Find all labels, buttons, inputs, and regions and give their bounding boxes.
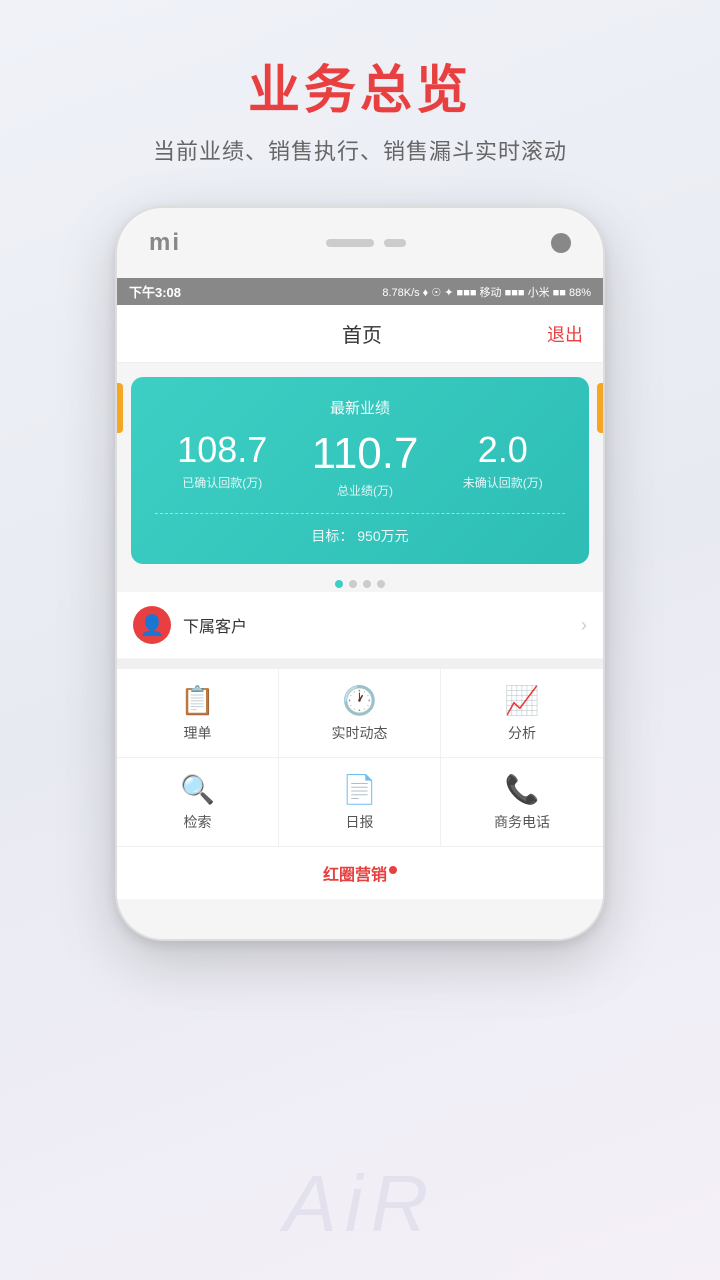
perf-unconfirmed-label: 未确认回款(万) [463, 474, 543, 491]
customer-label: 下属客户 [183, 613, 581, 637]
lidan-icon: 📋 [180, 687, 215, 715]
daily-label: 日报 [346, 812, 374, 832]
menu-item-lidan[interactable]: 📋 理单 [117, 669, 279, 758]
phone-speaker [326, 239, 374, 247]
customer-avatar: 👤 [133, 606, 171, 644]
dot-4 [377, 580, 385, 588]
perf-confirmed: 108.7 已确认回款(万) [177, 432, 267, 491]
perf-confirmed-value: 108.7 [177, 432, 267, 468]
perf-target: 目标： 950万元 [155, 526, 565, 546]
phone-notch [326, 239, 406, 247]
watermark-area: AiR [0, 1158, 720, 1250]
perf-unconfirmed-value: 2.0 [463, 432, 543, 468]
perf-numbers-row: 108.7 已确认回款(万) 110.7 总业绩(万) 2.0 未确认回款(万) [155, 432, 565, 499]
menu-item-realtime[interactable]: 🕐 实时动态 [279, 669, 441, 758]
menu-item-analysis[interactable]: 📈 分析 [441, 669, 603, 758]
analysis-label: 分析 [508, 723, 536, 743]
perf-target-label: 目标： [311, 528, 353, 544]
perf-total: 110.7 总业绩(万) [312, 432, 419, 499]
customer-arrow-icon: › [581, 615, 587, 636]
brand-dot [389, 866, 397, 874]
menu-item-search[interactable]: 🔍 检索 [117, 758, 279, 847]
lidan-label: 理单 [184, 723, 212, 743]
page-title-area: 业务总览 当前业绩、销售执行、销售漏斗实时滚动 [0, 0, 720, 186]
perf-target-value: 950万元 [357, 528, 408, 544]
daily-icon: 📄 [342, 776, 377, 804]
phone-mic [384, 239, 406, 247]
phone-top: mi [117, 208, 603, 278]
phone-brand-logo: mi [149, 229, 181, 257]
pagination-dots [117, 580, 603, 588]
grid-menu: 📋 理单 🕐 实时动态 📈 分析 🔍 检索 📄 日报 📞 商务电话 [117, 669, 603, 847]
performance-card-wrap: 最新业绩 108.7 已确认回款(万) 110.7 总业绩(万) 2.0 未确认… [117, 363, 603, 572]
phone-label: 商务电话 [494, 812, 550, 832]
page-title-sub: 当前业绩、销售执行、销售漏斗实时滚动 [0, 134, 720, 166]
perf-unconfirmed: 2.0 未确认回款(万) [463, 432, 543, 491]
dot-3 [363, 580, 371, 588]
menu-item-phone[interactable]: 📞 商务电话 [441, 758, 603, 847]
status-bar: 下午3:08 8.78K/s ♦ ☉ ✦ ■■■ 移动 ■■■ 小米 ■■ 88… [117, 278, 603, 305]
customer-avatar-icon: 👤 [140, 613, 165, 638]
perf-divider [155, 513, 565, 514]
app-content: 最新业绩 108.7 已确认回款(万) 110.7 总业绩(万) 2.0 未确认… [117, 363, 603, 899]
analysis-icon: 📈 [505, 687, 540, 715]
brand-name: 红圈营销 [323, 867, 387, 884]
search-icon: 🔍 [180, 776, 215, 804]
customer-row[interactable]: 👤 下属客户 › [117, 592, 603, 658]
performance-card: 最新业绩 108.7 已确认回款(万) 110.7 总业绩(万) 2.0 未确认… [131, 377, 589, 564]
app-header: 首页 退出 [117, 305, 603, 363]
phone-icon: 📞 [505, 776, 540, 804]
menu-item-daily[interactable]: 📄 日报 [279, 758, 441, 847]
phone-mockup: mi 下午3:08 8.78K/s ♦ ☉ ✦ ■■■ 移动 ■■■ 小米 ■■… [115, 206, 605, 941]
air-watermark: AiR [0, 1158, 720, 1250]
status-info: 8.78K/s ♦ ☉ ✦ ■■■ 移动 ■■■ 小米 ■■ 88% [382, 284, 591, 300]
app-bottom-brand: 红圈营销 [117, 847, 603, 899]
perf-confirmed-label: 已确认回款(万) [177, 474, 267, 491]
yellow-bar-left [117, 383, 123, 433]
section-divider [117, 659, 603, 669]
logout-button[interactable]: 退出 [547, 321, 583, 347]
search-label: 检索 [184, 812, 212, 832]
status-time: 下午3:08 [129, 282, 181, 301]
perf-total-label: 总业绩(万) [312, 482, 419, 499]
realtime-label: 实时动态 [332, 723, 388, 743]
page-title-main: 业务总览 [0, 60, 720, 122]
dot-1 [335, 580, 343, 588]
phone-bottom [117, 899, 603, 939]
realtime-icon: 🕐 [342, 687, 377, 715]
phone-camera [551, 233, 571, 253]
yellow-bar-right [597, 383, 603, 433]
perf-total-value: 110.7 [312, 432, 419, 476]
dot-2 [349, 580, 357, 588]
app-header-title: 首页 [177, 319, 547, 348]
perf-card-title: 最新业绩 [155, 397, 565, 418]
